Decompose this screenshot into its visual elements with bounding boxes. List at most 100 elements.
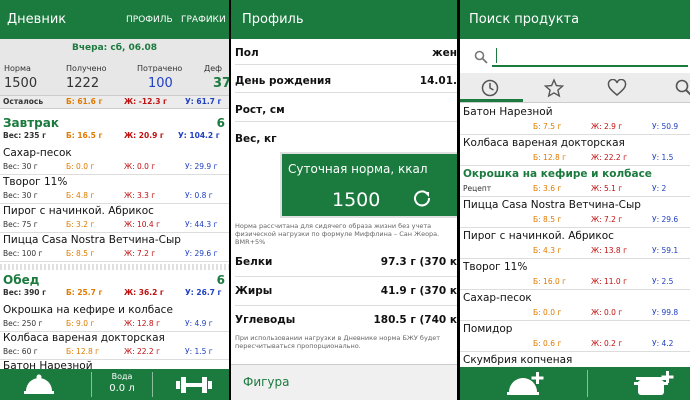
product-protein: Б: 16.0 г (533, 277, 567, 286)
bju-note: При использовании нагрузки в Дневнике но… (235, 334, 441, 350)
product-tag: Рецепт (463, 184, 492, 193)
food-carbs: У: 4.9 г (185, 319, 213, 328)
food-protein: Б: 4.8 г (66, 191, 95, 200)
row-divider (235, 92, 457, 93)
tab-indicator (460, 99, 523, 102)
date-label[interactable]: Вчера: сб, 06.08 (0, 43, 229, 53)
meal-breakfast-header[interactable]: Завтрак 6 Вес: 235 г Б: 16.5 г Ж: 20.9 г… (0, 116, 229, 146)
product-nutrients: Б: 7.5 г Ж: 2.9 г У: 50.9 (460, 122, 690, 133)
diary-appbar: Дневник ПРОФИЛЬ ГРАФИКИ (0, 0, 229, 39)
row-divider (235, 305, 457, 306)
refresh-icon[interactable] (412, 188, 432, 212)
product-row[interactable]: Творог 11% Б: 16.0 г Ж: 11.0 г У: 2.5 (460, 258, 690, 290)
product-row[interactable]: Пицца Casa Nostra Ветчина-Сыр Б: 8.5 г Ж: … (460, 196, 690, 228)
tab-favorites[interactable] (523, 73, 586, 103)
food-fat: Ж: 10.4 г (124, 220, 161, 229)
tab-liked[interactable] (586, 73, 649, 103)
product-carbs: У: 59.1 (652, 246, 679, 255)
product-row[interactable]: Колбаса вареная докторская Б: 12.8 г Ж: 22… (460, 134, 690, 166)
add-meal-icon[interactable] (505, 370, 547, 400)
food-row[interactable]: Творог 11% Вес: 30 г Б: 4.8 г Ж: 3.3 г У… (0, 175, 229, 204)
meal-cloche-icon[interactable] (22, 373, 56, 400)
product-name: Батон Нарезной (463, 106, 553, 118)
diary-title: Дневник (7, 12, 67, 27)
remaining-protein: Б: 61.6 г (66, 97, 103, 106)
food-protein: Б: 9.0 г (66, 319, 95, 328)
product-row[interactable]: Сахар-песок Б: 0.0 г Ж: 0.0 г У: 99.8 (460, 289, 690, 321)
stat-spent-value: 100 (148, 76, 173, 91)
meal-divider (0, 264, 229, 270)
row-divider (235, 276, 457, 277)
product-fat: Ж: 5.1 г (591, 184, 623, 193)
product-protein: Б: 12.8 г (533, 153, 567, 162)
product-nutrients: Б: 8.5 г Ж: 7.2 г У: 29.6 (460, 215, 690, 226)
product-nutrients: Б: 0.6 г Ж: 0.2 г У: 4.2 (460, 339, 690, 350)
remaining-fat: Ж: -12.3 г (124, 97, 167, 106)
meal-count: 6 (216, 116, 225, 130)
food-row[interactable]: Пирог с начинкой. Абрикос Вес: 75 г Б: 3… (0, 204, 229, 233)
profile-appbar: Профиль (231, 0, 457, 39)
height-label: Рост, см (235, 104, 285, 116)
product-row[interactable]: Батон Нарезной Б: 7.5 г Ж: 2.9 г У: 50.9 (460, 103, 690, 135)
product-row[interactable]: Окрошка на кефире и колбасе Рецепт Б: 3.6 … (460, 165, 690, 197)
product-nutrients: Б: 12.8 г Ж: 22.2 г У: 1.5 (460, 153, 690, 164)
water-counter[interactable]: Вода 0.0 л (92, 369, 152, 400)
food-fat: Ж: 3.3 г (124, 191, 156, 200)
product-protein: Б: 3.6 г (533, 184, 562, 193)
meal-fat: Ж: 20.9 г (124, 131, 164, 140)
water-value: 0.0 л (109, 383, 135, 394)
food-weight: Вес: 30 г (3, 191, 38, 200)
product-protein: Б: 8.5 г (533, 215, 562, 224)
sex-value: жен (432, 47, 457, 59)
meal-totals: Вес: 235 г Б: 16.5 г Ж: 20.9 г У: 104.2 … (0, 131, 229, 143)
menu-charts[interactable]: ГРАФИКИ (181, 15, 226, 25)
stat-norm: Норма 1500 (4, 64, 37, 91)
meal-lunch-header[interactable]: Обед 6 Вес: 390 г Б: 25.7 г Ж: 36.2 г У:… (0, 273, 229, 303)
product-fat: Ж: 2.9 г (591, 122, 623, 131)
stat-received: Получено 1222 (66, 64, 107, 91)
dumbbell-icon[interactable] (176, 376, 212, 398)
product-protein: Б: 0.6 г (533, 339, 562, 348)
remaining-carbs: У: 61.7 г (185, 97, 222, 106)
food-row[interactable]: Сахар-песок Вес: 30 г Б: 0.0 г Ж: 0.0 г … (0, 146, 229, 175)
diary-bottom-bar: Вода 0.0 л (0, 369, 229, 400)
meal-carbs: У: 104.2 г (178, 131, 220, 140)
tab-search[interactable] (649, 73, 690, 103)
product-name: Колбаса вареная докторская (463, 137, 625, 149)
row-divider (235, 64, 457, 65)
food-nutrients: Вес: 60 г Б: 12.8 г Ж: 22.2 г У: 1.5 г (0, 347, 229, 358)
food-weight: Вес: 100 г (3, 249, 43, 258)
food-nutrients: Вес: 100 г Б: 8.5 г Ж: 7.2 г У: 29.6 г (0, 249, 229, 260)
remaining-row: Осталось Б: 61.6 г Ж: -12.3 г У: 61.7 г (0, 95, 229, 109)
product-fat: Ж: 7.2 г (591, 215, 623, 224)
protein-label: Белки (235, 256, 273, 268)
add-recipe-icon[interactable] (632, 370, 676, 400)
heart-icon (607, 79, 627, 96)
food-carbs: У: 44.3 г (185, 220, 218, 229)
product-row[interactable]: Пирог с начинкой. Абрикос Б: 4.3 г Ж: 13.8… (460, 227, 690, 259)
protein-value: 97.3 г (370 к (380, 256, 457, 268)
search-appbar: Поиск продукта (460, 0, 690, 39)
food-weight: Вес: 30 г (3, 162, 38, 171)
stat-deficit: Деф 37 (204, 64, 229, 91)
stat-deficit-label: Деф (204, 64, 223, 73)
daily-norm-dialog[interactable]: Суточная норма, ккал 1500 (280, 152, 457, 218)
food-row[interactable]: Колбаса вареная докторская Вес: 60 г Б: … (0, 331, 229, 360)
food-name: Окрошка на кефире и колбасе (3, 304, 173, 316)
food-row[interactable]: Пицца Casa Nostra Ветчина-Сыр Вес: 100 г… (0, 233, 229, 262)
fat-value: 41.9 г (370 к (380, 285, 457, 297)
meal-protein: Б: 25.7 г (66, 288, 103, 297)
figure-section[interactable]: Фигура (231, 364, 457, 400)
product-carbs: У: 2 (652, 184, 667, 193)
food-row[interactable]: Окрошка на кефире и колбасе Вес: 250 г Б… (0, 303, 229, 332)
product-carbs: У: 99.8 (652, 308, 679, 317)
food-nutrients: Вес: 250 г Б: 9.0 г Ж: 12.8 г У: 4.9 г (0, 319, 229, 330)
meal-weight: Вес: 235 г (3, 131, 47, 140)
product-fat: Ж: 13.8 г (591, 246, 628, 255)
product-name: Пирог с начинкой. Абрикос (463, 230, 614, 242)
search-input[interactable] (492, 45, 688, 67)
menu-profile[interactable]: ПРОФИЛЬ (126, 15, 173, 25)
product-row[interactable]: Помидор Б: 0.6 г Ж: 0.2 г У: 4.2 (460, 320, 690, 352)
meal-protein: Б: 16.5 г (66, 131, 103, 140)
carbs-value: 180.5 г (740 к (373, 314, 457, 326)
